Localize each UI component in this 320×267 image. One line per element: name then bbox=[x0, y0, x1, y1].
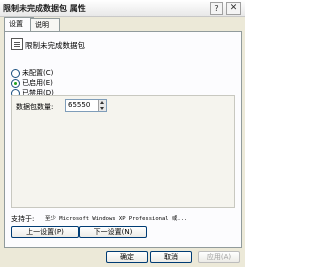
radio-enabled[interactable]: 已启用(E) bbox=[11, 78, 53, 88]
radio-checked-icon[interactable] bbox=[11, 78, 20, 88]
spin-buttons[interactable] bbox=[98, 100, 106, 111]
policy-document-icon bbox=[11, 38, 23, 50]
ok-button[interactable]: 确定 bbox=[106, 251, 148, 263]
policy-name: 限制未完成数据包 bbox=[25, 41, 85, 50]
radio-label: 已启用(E) bbox=[22, 79, 53, 87]
apply-button[interactable]: 应用(A) bbox=[198, 251, 240, 263]
window-title: 限制未完成数据包 属性 bbox=[3, 4, 86, 13]
packet-count-stepper[interactable]: 65550 bbox=[65, 99, 107, 112]
properties-dialog: 限制未完成数据包 属性 ? ✕ 设置 说明 限制未完成数据包 未配置(C) 已启… bbox=[0, 0, 245, 267]
spin-up-icon[interactable] bbox=[100, 101, 104, 104]
settings-panel: 限制未完成数据包 未配置(C) 已启用(E) 已禁用(D) 数据包数量: 655… bbox=[4, 31, 242, 248]
close-button[interactable]: ✕ bbox=[226, 2, 241, 15]
radio-not-configured[interactable]: 未配置(C) bbox=[11, 68, 53, 78]
spin-down-icon[interactable] bbox=[100, 107, 104, 110]
next-setting-button[interactable]: 下一设置(N) bbox=[79, 226, 147, 238]
radio-label: 未配置(C) bbox=[22, 69, 54, 77]
supported-label: 支持于: bbox=[11, 215, 35, 223]
packet-count-value[interactable]: 65550 bbox=[68, 101, 90, 110]
supported-value: 至少 Microsoft Windows XP Professional 或..… bbox=[45, 216, 188, 222]
packet-count-label: 数据包数量: bbox=[16, 103, 54, 111]
options-group: 数据包数量: 65550 bbox=[11, 95, 235, 208]
title-bar: 限制未完成数据包 属性 ? ✕ bbox=[0, 0, 245, 17]
cancel-button[interactable]: 取消 bbox=[150, 251, 192, 263]
prev-setting-button[interactable]: 上一设置(P) bbox=[11, 226, 79, 238]
tab-explain[interactable]: 说明 bbox=[30, 18, 60, 31]
radio-circle-icon[interactable] bbox=[11, 68, 20, 78]
help-button[interactable]: ? bbox=[210, 2, 223, 15]
